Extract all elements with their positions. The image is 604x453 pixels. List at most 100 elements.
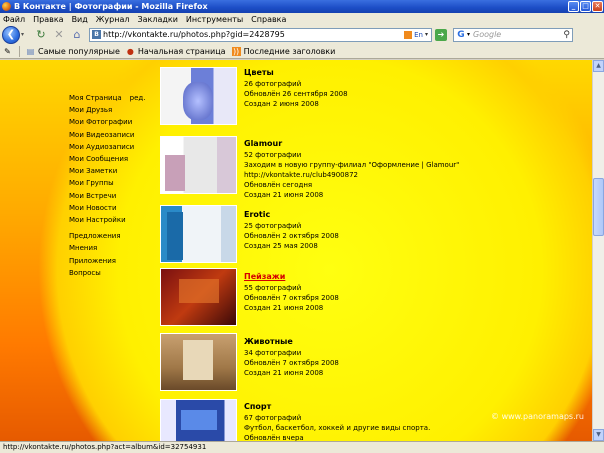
album-item: Спорт 67 фотографий Футбол, баскетбол, х… [160,399,430,441]
album-item: Erotic 25 фотографий Обновлён 2 октября … [160,205,339,265]
search-engine-dropdown-icon[interactable]: ▾ [467,31,470,38]
menu-help[interactable]: Справка [251,15,286,24]
album-title[interactable]: Цветы [244,68,348,78]
edit-link[interactable]: ред. [130,94,146,102]
album-thumbnail[interactable] [160,67,237,125]
bookmark-label: Последние заголовки [243,46,336,56]
album-item: Пейзажи 55 фотографий Обновлён 7 октября… [160,268,339,328]
album-photo-count: 52 фотографии [244,151,302,159]
search-icon[interactable]: ⚲ [563,30,570,40]
watermark-text: © www.panoramaps.ru [491,412,584,421]
google-icon[interactable]: G [455,29,467,41]
album-description: Футбол, баскетбол, хоккей и другие виды … [244,424,431,432]
sidebar-item-messages[interactable]: Мои Сообщения [69,153,145,165]
album-description: Заходим в новую группу-филиал "Оформлени… [244,161,460,169]
album-updated: Обновлён 7 октября 2008 [244,359,339,367]
bookmark-start-page[interactable]: ● Начальная страница [126,47,226,56]
album-updated: Обновлён 7 октября 2008 [244,294,339,302]
url-input[interactable]: http://vkontakte.ru/photos.php?gid=24287… [103,30,404,39]
album-link[interactable]: http://vkontakte.ru/club4900872 [244,170,459,180]
scroll-up-icon[interactable]: ▲ [593,60,604,72]
bookmark-label: Самые популярные [38,46,120,56]
album-updated: Обновлён 26 сентября 2008 [244,90,348,98]
go-button[interactable]: ➔ [435,28,447,41]
album-item: Glamour 52 фотографии Заходим в новую гр… [160,136,460,199]
album-title[interactable]: Животные [244,337,339,347]
album-thumbnail[interactable] [160,205,237,263]
album-created: Создан 25 мая 2008 [244,242,318,250]
history-dropdown-icon[interactable]: ▾ [21,30,30,40]
menu-view[interactable]: Вид [72,15,88,24]
sidebar-item-settings[interactable]: Мои Настройки [69,214,145,226]
sidebar-item-audio[interactable]: Мои Аудиозаписи [69,141,145,153]
firefox-icon [2,2,11,11]
menu-bookmarks[interactable]: Закладки [137,15,177,24]
maximize-button[interactable]: □ [580,1,591,12]
menu-tools[interactable]: Инструменты [186,15,243,24]
album-title[interactable]: Erotic [244,210,339,220]
sidebar-item-groups[interactable]: Мои Группы [69,177,145,189]
sidebar-item-notes[interactable]: Мои Заметки [69,165,145,177]
album-updated: Обновлён 2 октября 2008 [244,232,339,240]
album-created: Создан 21 июня 2008 [244,369,324,377]
menu-file[interactable]: Файл [3,15,25,24]
album-thumbnail[interactable] [160,268,237,326]
bookmark-latest-headlines[interactable]: )) Последние заголовки [231,46,336,56]
menu-history[interactable]: Журнал [96,15,130,24]
reload-icon[interactable]: ↻ [34,28,48,42]
album-thumbnail[interactable] [160,136,237,194]
sidebar-item-friends[interactable]: Мои Друзья [69,104,145,116]
rss-icon: )) [231,46,241,56]
navigation-toolbar: ❮ ▾ ↻ ✕ ⌂ B http://vkontakte.ru/photos.p… [0,25,604,44]
address-bar[interactable]: B http://vkontakte.ru/photos.php?gid=242… [89,27,432,42]
sidebar-item-apps[interactable]: Приложения [69,255,145,267]
album-item: Цветы 26 фотографий Обновлён 26 сентября… [160,67,348,127]
scroll-down-icon[interactable]: ▼ [593,429,604,441]
sidebar-item-news[interactable]: Мои Новости [69,202,145,214]
window-title: В Контакте | Фотографии - Mozilla Firefo… [14,2,208,11]
album-photo-count: 34 фотографии [244,349,302,357]
sidebar-item-label[interactable]: Моя Страница [69,94,122,102]
sidebar-item-videos[interactable]: Мои Видеозаписи [69,129,145,141]
album-photo-count: 55 фотографий [244,284,302,292]
stop-icon[interactable]: ✕ [52,28,66,42]
close-button[interactable]: ✕ [592,1,603,12]
menu-bar: Файл Правка Вид Журнал Закладки Инструме… [0,13,604,25]
bookmarks-toolbar: ✎ ▤ Самые популярные ● Начальная страниц… [0,44,604,59]
album-thumbnail[interactable] [160,333,237,391]
language-indicator[interactable]: En [414,31,423,39]
album-created: Создан 2 июня 2008 [244,100,319,108]
album-title[interactable]: Glamour [244,139,459,149]
sidebar-item-opinions[interactable]: Мнения [69,242,145,254]
album-item: Животные 34 фотографии Обновлён 7 октябр… [160,333,339,393]
window-titlebar: В Контакте | Фотографии - Mozilla Firefo… [0,0,604,13]
search-input[interactable]: Google [473,30,563,39]
sidebar-item-questions[interactable]: Вопросы [69,267,145,279]
sidebar-item-events[interactable]: Мои Встречи [69,190,145,202]
status-bar: http://vkontakte.ru/photos.php?act=album… [0,441,604,453]
album-title[interactable]: Пейзажи [244,272,339,282]
album-created: Создан 21 июня 2008 [244,304,324,312]
sidebar-item-offers[interactable]: Предложения [69,230,145,242]
sidebar-item-my-page[interactable]: Моя Страница ред. [69,92,145,104]
bookmarks-menu-icon[interactable]: ✎ [3,47,15,56]
album-thumbnail[interactable] [160,399,237,441]
separator [19,45,20,57]
sidebar-item-photos[interactable]: Мои Фотографии [69,116,145,128]
album-created: Создан 21 июня 2008 [244,191,324,199]
bookmark-label: Начальная страница [137,46,226,56]
home-icon[interactable]: ⌂ [70,28,84,42]
page-content: Моя Страница ред. Мои Друзья Мои Фотограф… [0,60,592,441]
pen-icon: ✎ [4,46,11,56]
url-dropdown-icon[interactable]: ▾ [425,31,428,38]
menu-edit[interactable]: Правка [33,15,63,24]
scrollbar-thumb[interactable] [593,178,604,236]
vertical-scrollbar[interactable]: ▲ ▼ [592,60,604,441]
back-button[interactable]: ❮ [2,25,20,44]
album-title[interactable]: Спорт [244,402,430,412]
search-box[interactable]: G ▾ Google ⚲ [453,27,573,42]
rss-icon[interactable] [404,30,413,39]
album-updated: Обновлён вчера [244,434,304,441]
minimize-button[interactable]: _ [568,1,579,12]
bookmark-most-visited[interactable]: ▤ Самые популярные [26,47,120,56]
